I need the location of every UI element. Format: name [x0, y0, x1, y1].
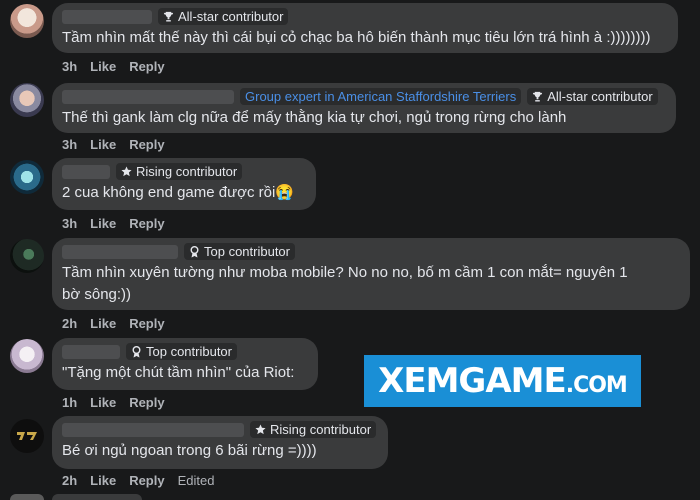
- commenter-name-redacted[interactable]: [62, 89, 234, 104]
- contributor-badge: Top contributor: [126, 343, 237, 360]
- watermark-text: XEMGAME.COM: [378, 361, 628, 401]
- timestamp[interactable]: 3h: [62, 137, 77, 152]
- star-icon: [255, 424, 266, 435]
- commenter-name-redacted[interactable]: [62, 164, 110, 179]
- comment-bubble: All-star contributor Tầm nhìn mất thế nà…: [52, 3, 678, 53]
- comment-bubble: Top contributor "Tặng một chút tầm nhìn"…: [52, 338, 318, 390]
- comment-text: Tầm nhìn mất thế này thì cái bụi cỏ chạc…: [62, 29, 651, 46]
- timestamp[interactable]: 2h: [62, 473, 77, 488]
- contributor-badge: All-star contributor: [158, 8, 289, 25]
- reply-button[interactable]: Reply: [129, 216, 164, 231]
- reply-button[interactable]: Reply: [129, 137, 164, 152]
- comment-actions: 3h Like Reply: [62, 59, 165, 74]
- commenter-name-redacted[interactable]: [62, 9, 152, 24]
- reply-button[interactable]: Reply: [129, 316, 164, 331]
- avatar[interactable]: [10, 160, 44, 194]
- comment-text: Bé ơi ngủ ngoan trong 6 bãi rừng =)))): [62, 442, 317, 459]
- comment-actions: 1h Like Reply: [62, 395, 165, 410]
- comment-bubble: Top contributor Tầm nhìn xuyên tường như…: [52, 238, 690, 310]
- comment-actions: 2h Like Reply Edited: [62, 473, 214, 488]
- like-button[interactable]: Like: [90, 216, 116, 231]
- trophy-icon: [163, 11, 174, 22]
- trophy-icon: [533, 91, 543, 102]
- avatar[interactable]: [10, 239, 44, 273]
- like-button[interactable]: Like: [90, 395, 116, 410]
- like-button[interactable]: Like: [90, 59, 116, 74]
- comment-actions: 2h Like Reply: [62, 316, 165, 331]
- edited-label[interactable]: Edited: [178, 473, 215, 488]
- comment-bubble: Rising contributor 2 cua không end game …: [52, 158, 316, 210]
- avatar-partial: [10, 494, 44, 500]
- comment-text-line-2: bờ sông:)): [62, 286, 132, 303]
- commenter-name-redacted[interactable]: [62, 344, 120, 359]
- team-logo-icon: [17, 432, 37, 440]
- avatar[interactable]: [10, 83, 44, 117]
- timestamp[interactable]: 2h: [62, 316, 77, 331]
- contributor-badge: Rising contributor: [116, 163, 243, 180]
- timestamp[interactable]: 3h: [62, 216, 77, 231]
- commenter-name-redacted[interactable]: [62, 422, 244, 437]
- comment-bubble: Rising contributor Bé ơi ngủ ngoan trong…: [52, 416, 388, 469]
- comment-actions: 3h Like Reply: [62, 216, 165, 231]
- contributor-badge: Top contributor: [184, 243, 295, 260]
- reply-button[interactable]: Reply: [129, 473, 164, 488]
- avatar[interactable]: [10, 339, 44, 373]
- comment-actions: 3h Like Reply: [62, 137, 165, 152]
- timestamp[interactable]: 1h: [62, 395, 77, 410]
- group-expert-badge[interactable]: Group expert in American Staffordshire T…: [240, 88, 522, 105]
- star-icon: [121, 166, 132, 177]
- like-button[interactable]: Like: [90, 316, 116, 331]
- contributor-badge: Rising contributor: [250, 421, 377, 438]
- reply-button[interactable]: Reply: [129, 59, 164, 74]
- like-button[interactable]: Like: [90, 137, 116, 152]
- comment-text: Thế thì gank làm clg nữa để mấy thằng ki…: [62, 109, 567, 126]
- xemgame-watermark: XEMGAME.COM: [364, 355, 641, 407]
- reply-button[interactable]: Reply: [129, 395, 164, 410]
- comment-text: "Tặng một chút tầm nhìn" của Riot:: [62, 364, 295, 381]
- bubble-partial: [52, 494, 142, 500]
- like-button[interactable]: Like: [90, 473, 116, 488]
- award-icon: [190, 245, 199, 257]
- avatar[interactable]: [10, 419, 44, 453]
- timestamp[interactable]: 3h: [62, 59, 77, 74]
- contributor-badge: All-star contributor: [527, 88, 658, 105]
- award-icon: [132, 345, 141, 357]
- comment-text-line-1: Tầm nhìn xuyên tường như moba mobile? No…: [62, 264, 628, 281]
- avatar[interactable]: [10, 4, 44, 38]
- comment-bubble: Group expert in American Staffordshire T…: [52, 83, 676, 133]
- commenter-name-redacted[interactable]: [62, 244, 178, 259]
- comment-text: 2 cua không end game được rồi😭: [62, 184, 295, 201]
